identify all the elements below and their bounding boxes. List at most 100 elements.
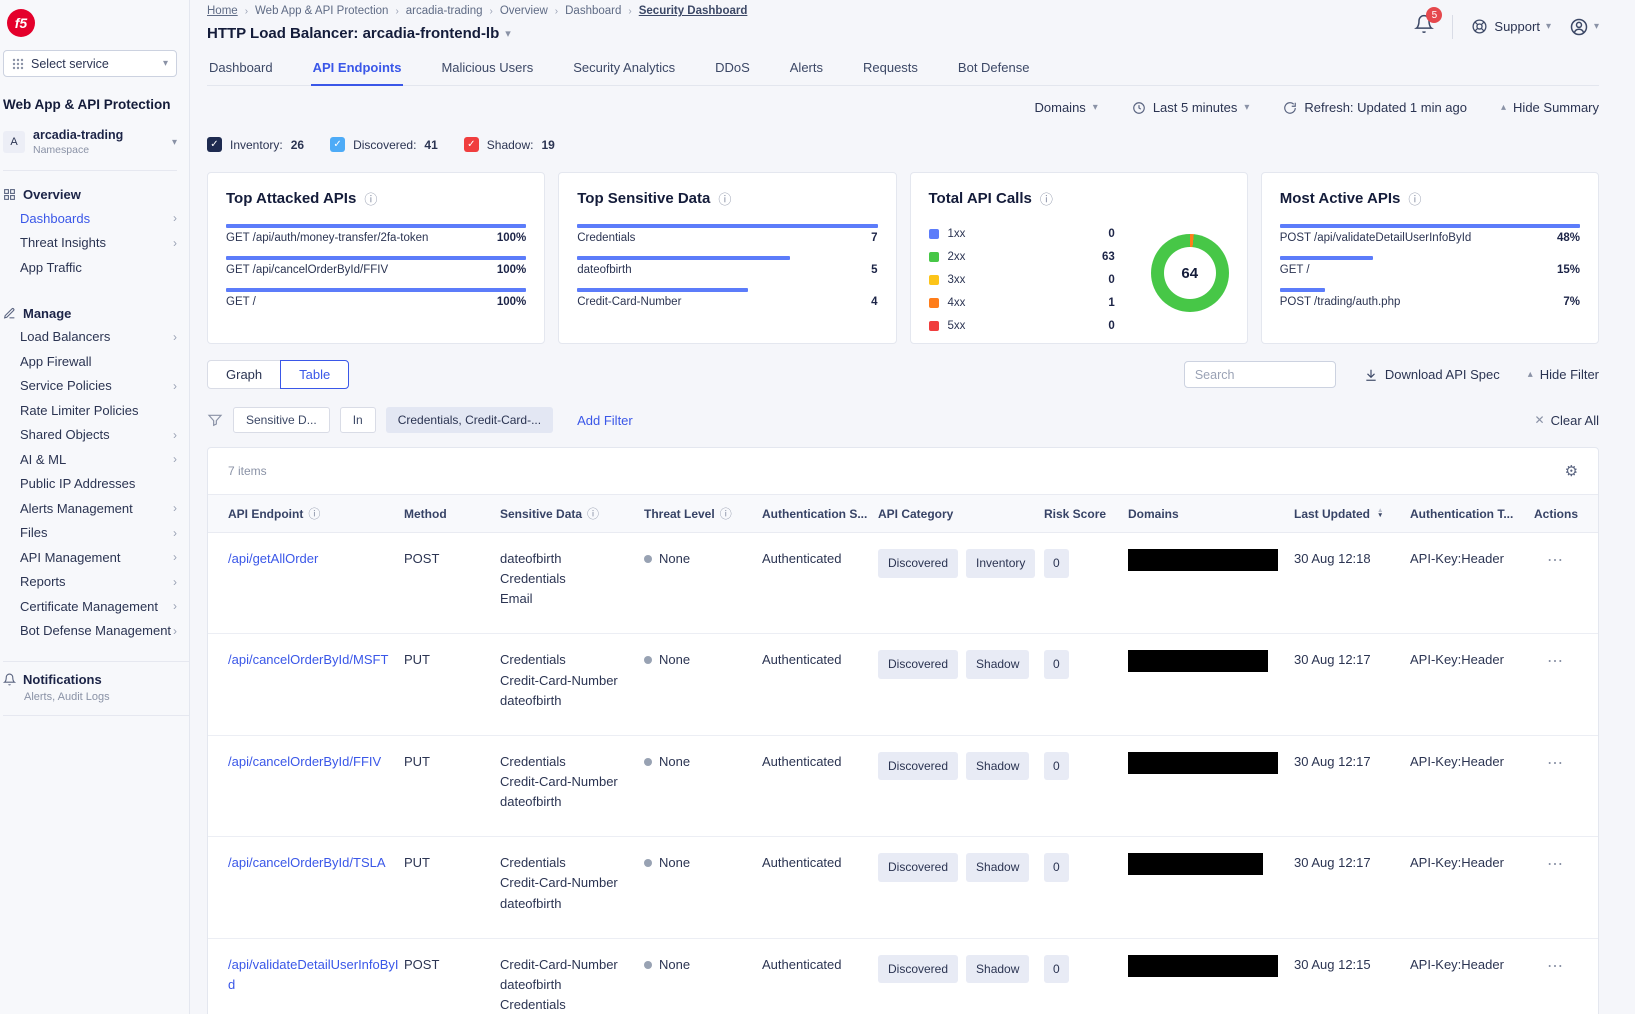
breadcrumb-item[interactable]: Web App & API Protection [255, 5, 388, 17]
sidebar-item-bot-defense-management[interactable]: Bot Defense Management› [3, 619, 189, 644]
cell-sensitive-data: Credit-Card-NumberdateofbirthCredentials [500, 939, 640, 1014]
sidebar-item-rate-limiter-policies[interactable]: Rate Limiter Policies [3, 398, 189, 423]
checkbox-discovered[interactable]: ✓Discovered: 41 [330, 137, 438, 152]
search-input[interactable] [1184, 361, 1336, 388]
column-header-threat-level[interactable]: Threat Levelⓘ [644, 495, 758, 532]
support-menu[interactable]: Support ▾ [1471, 18, 1551, 35]
graph-view-button[interactable]: Graph [207, 360, 281, 389]
breadcrumb-item[interactable]: Dashboard [565, 5, 621, 17]
chevron-down-icon[interactable]: ▾ [505, 27, 511, 40]
column-header-method[interactable]: Method [404, 495, 496, 532]
sidebar-item-app-traffic[interactable]: App Traffic [3, 255, 189, 280]
column-header-api-category[interactable]: API Category [878, 495, 1040, 532]
row-actions-button[interactable]: ⋯ [1534, 650, 1578, 675]
api-endpoint-link[interactable]: /api/getAllOrder [228, 551, 318, 566]
legend-value: 0 [1108, 228, 1114, 240]
breadcrumb-item[interactable]: Home [207, 5, 238, 17]
tab-alerts[interactable]: Alerts [788, 54, 825, 85]
namespace-selector[interactable]: A arcadia-trading Namespace ▾ [3, 128, 189, 156]
cell-risk-score: 0 [1044, 837, 1124, 937]
api-endpoint-link[interactable]: /api/cancelOrderById/MSFT [228, 652, 388, 667]
notifications-bell[interactable]: 5 [1414, 14, 1434, 39]
domains-dropdown[interactable]: Domains▾ [1035, 100, 1098, 115]
sensitive-data-item: dateofbirth [500, 894, 640, 914]
sidebar-item-reports[interactable]: Reports› [3, 570, 189, 595]
api-endpoint-link[interactable]: /api/validateDetailUserInfoById [228, 957, 399, 992]
sidebar-item-public-ip-addresses[interactable]: Public IP Addresses [3, 472, 189, 497]
sidebar-item-alerts-management[interactable]: Alerts Management› [3, 496, 189, 521]
column-header-domains[interactable]: Domains [1128, 495, 1290, 532]
sidebar-item-load-balancers[interactable]: Load Balancers› [3, 325, 189, 350]
sidebar-item-files[interactable]: Files› [3, 521, 189, 546]
sidebar-item-shared-objects[interactable]: Shared Objects› [3, 423, 189, 448]
nav-group-label: Overview [23, 187, 81, 202]
threat-level-label: None [659, 853, 690, 873]
row-actions-button[interactable]: ⋯ [1534, 549, 1578, 574]
sidebar-item-api-management[interactable]: API Management› [3, 545, 189, 570]
api-endpoint-link[interactable]: /api/cancelOrderById/FFIV [228, 754, 381, 769]
column-header-authentication-t-[interactable]: Authentication T... [1410, 495, 1530, 532]
nav-group-header[interactable]: Overview [3, 183, 189, 206]
time-range-dropdown[interactable]: Last 5 minutes▾ [1132, 100, 1250, 115]
checkbox-inventory[interactable]: ✓Inventory: 26 [207, 137, 304, 152]
column-header-actions[interactable]: Actions [1534, 495, 1578, 532]
nav-group-header[interactable]: Manage [3, 302, 189, 325]
risk-score-badge: 0 [1044, 752, 1069, 781]
legend-swatch [929, 275, 939, 285]
tab-requests[interactable]: Requests [861, 54, 920, 85]
table-view-button[interactable]: Table [280, 360, 349, 389]
tab-bot-defense[interactable]: Bot Defense [956, 54, 1032, 85]
filter-operator-select[interactable]: In [340, 407, 376, 433]
tab-ddos[interactable]: DDoS [713, 54, 752, 85]
notifications-section[interactable]: Notifications Alerts, Audit Logs [3, 661, 189, 716]
row-actions-button[interactable]: ⋯ [1534, 955, 1578, 980]
tab-api-endpoints[interactable]: API Endpoints [311, 54, 404, 85]
column-header-sensitive-data[interactable]: Sensitive Dataⓘ [500, 495, 640, 532]
tab-dashboard[interactable]: Dashboard [207, 54, 275, 85]
refresh-button[interactable]: Refresh: Updated 1 min ago [1283, 100, 1467, 115]
tab-bar: Dashboard API Endpoints Malicious Users Sec… [207, 54, 1599, 86]
gear-icon[interactable]: ⚙ [1565, 462, 1578, 480]
breadcrumb-separator: › [245, 6, 248, 17]
row-actions-button[interactable]: ⋯ [1534, 752, 1578, 777]
breadcrumb-item[interactable]: Overview [500, 5, 548, 17]
add-filter-button[interactable]: Add Filter [577, 413, 633, 428]
column-header-authentication-s-[interactable]: Authentication S... [762, 495, 874, 532]
download-api-spec-button[interactable]: Download API Spec [1364, 367, 1500, 382]
sidebar-item-ai-ml[interactable]: AI & ML› [3, 447, 189, 472]
risk-score-badge: 0 [1044, 549, 1069, 578]
legend-value: 63 [1102, 251, 1115, 263]
hide-summary-toggle[interactable]: ▴Hide Summary [1501, 100, 1599, 115]
sidebar-item-certificate-management[interactable]: Certificate Management› [3, 594, 189, 619]
sidebar-item-service-policies[interactable]: Service Policies› [3, 374, 189, 399]
filter-value-chip[interactable]: Credentials, Credit-Card-... [386, 407, 553, 433]
support-label: Support [1494, 19, 1540, 34]
column-header-last-updated[interactable]: Last Updated▲▼ [1294, 495, 1406, 532]
card-top-attacked-apis: Top Attacked APIsⓘ GET /api/auth/money-t… [207, 172, 545, 344]
tab-malicious-users[interactable]: Malicious Users [439, 54, 535, 85]
sidebar-item-threat-insights[interactable]: Threat Insights› [3, 231, 189, 256]
cell-method: PUT [404, 634, 496, 734]
hide-filter-toggle[interactable]: ▴ Hide Filter [1528, 367, 1599, 382]
sort-icon[interactable]: ▲▼ [1377, 509, 1383, 518]
column-header-risk-score[interactable]: Risk Score [1044, 495, 1124, 532]
table-header-row: API EndpointⓘMethodSensitive DataⓘThreat… [208, 494, 1598, 533]
breadcrumb-item[interactable]: arcadia-trading [406, 5, 483, 17]
sidebar-item-app-firewall[interactable]: App Firewall [3, 349, 189, 374]
legend-value: 0 [1108, 320, 1114, 332]
row-actions-button[interactable]: ⋯ [1534, 853, 1578, 878]
filter-field-select[interactable]: Sensitive D... [233, 407, 330, 433]
cell-sensitive-data: CredentialsCredit-Card-Numberdateofbirth [500, 736, 640, 836]
sidebar-item-dashboards[interactable]: Dashboards› [3, 206, 189, 231]
account-menu[interactable]: ▾ [1569, 17, 1599, 37]
checkbox-shadow[interactable]: ✓Shadow: 19 [464, 137, 555, 152]
chevron-up-icon: ▴ [1528, 369, 1533, 380]
breadcrumb-separator: › [555, 6, 558, 17]
api-endpoint-link[interactable]: /api/cancelOrderById/TSLA [228, 855, 386, 870]
sidebar-item-label: Rate Limiter Policies [20, 403, 139, 418]
service-select-dropdown[interactable]: Select service ▾ [3, 50, 177, 77]
column-header-api-endpoint[interactable]: API Endpointⓘ [228, 495, 400, 532]
tab-security-analytics[interactable]: Security Analytics [571, 54, 677, 85]
clear-all-button[interactable]: ✕ Clear All [1535, 413, 1599, 428]
breadcrumb-item[interactable]: Security Dashboard [639, 5, 748, 17]
